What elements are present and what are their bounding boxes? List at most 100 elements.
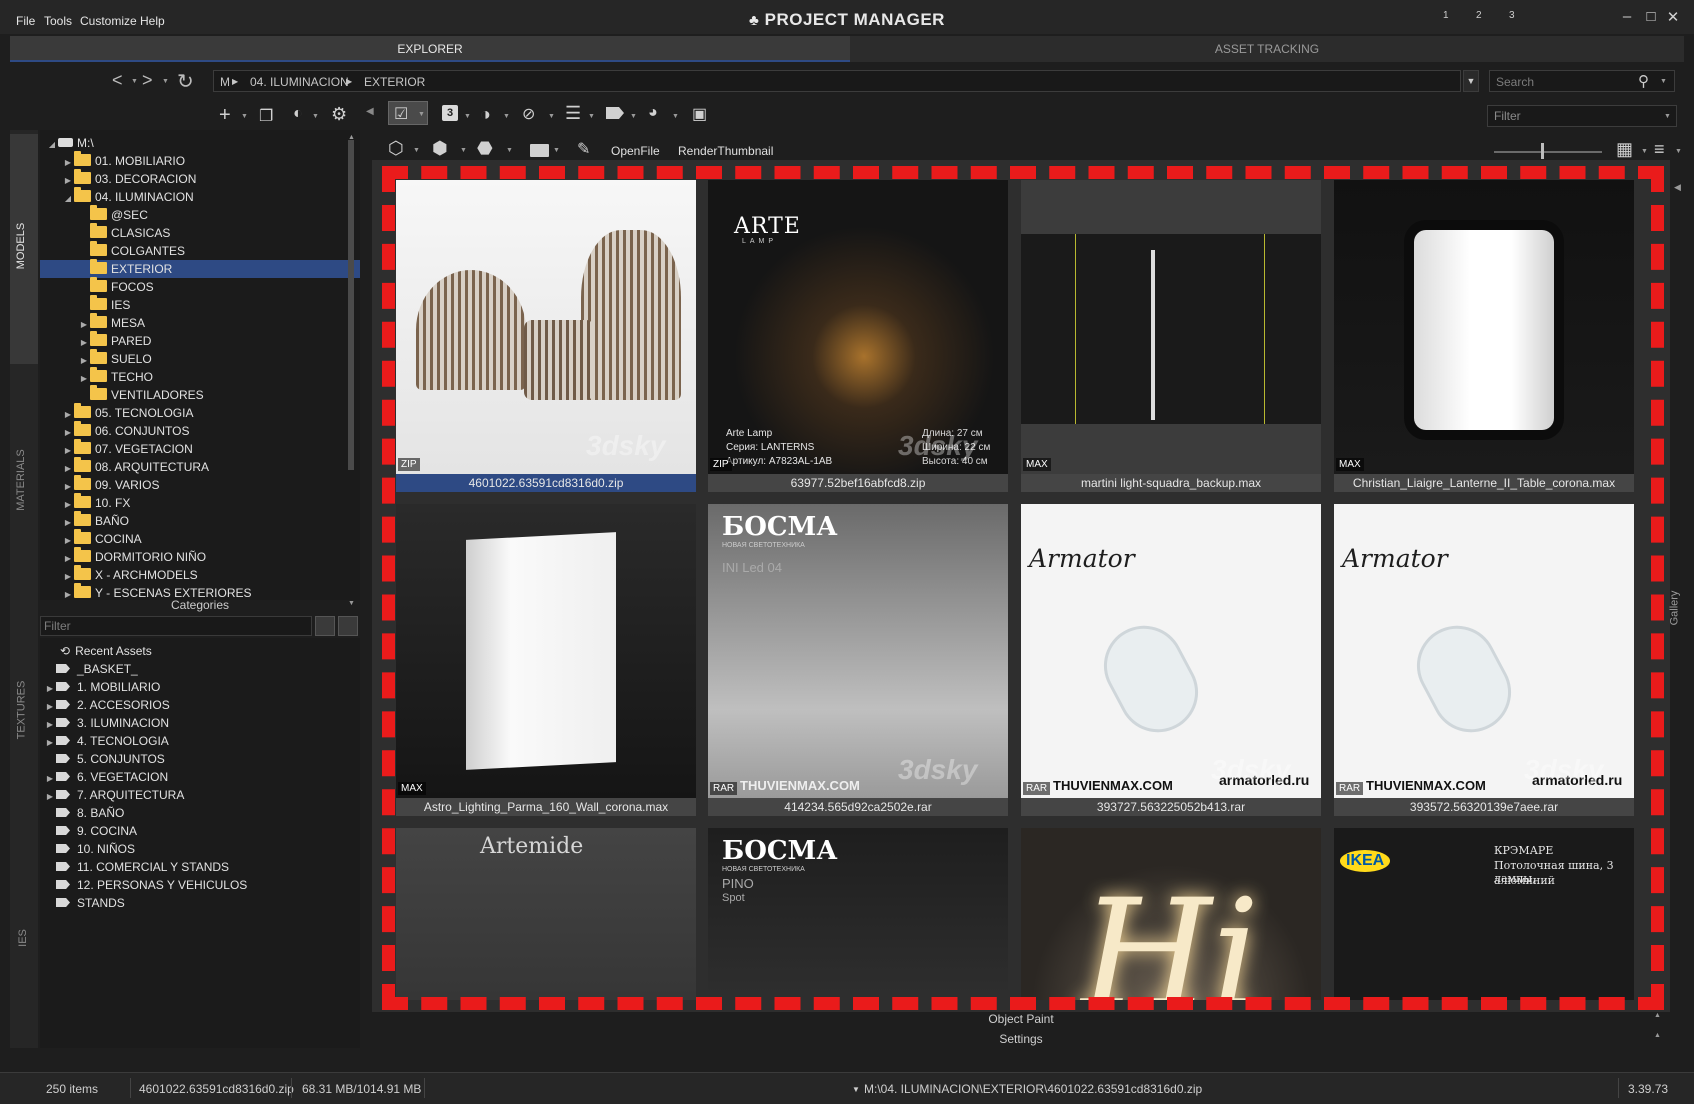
hide-eye-icon[interactable]: ⊘ bbox=[522, 104, 535, 124]
tree-item-3[interactable]: @SEC bbox=[40, 205, 360, 224]
category-item-10[interactable]: 10. NIÑOS bbox=[40, 840, 360, 858]
gallery-collapse-icon[interactable]: ◀ bbox=[1674, 182, 1681, 193]
breadcrumb-level2[interactable]: EXTERIOR bbox=[364, 75, 425, 89]
grid-caret-icon[interactable]: ▼ bbox=[1641, 148, 1648, 155]
tree-item-22[interactable]: ▶ DORMITORIO NIÑO bbox=[40, 547, 360, 566]
search-box[interactable]: ⚲ ▼ bbox=[1489, 70, 1675, 92]
settings-panel[interactable]: Settings bbox=[372, 1032, 1670, 1046]
add-icon[interactable]: + bbox=[219, 104, 231, 127]
render-thumbnail-button[interactable]: RenderThumbnail bbox=[678, 144, 773, 158]
side-tab-textures[interactable]: TEXTURES bbox=[10, 650, 38, 770]
back-icon[interactable]: < bbox=[112, 70, 123, 91]
minimize-icon[interactable]: – bbox=[1616, 8, 1638, 25]
tree-item-18[interactable]: ▶ 09. VARIOS bbox=[40, 475, 360, 494]
categories-filter-input[interactable]: Filter bbox=[40, 616, 312, 636]
folder-caret-icon[interactable]: ▼ bbox=[553, 147, 560, 154]
tree-item-19[interactable]: ▶ 10. FX bbox=[40, 493, 360, 512]
tree-item-4[interactable]: CLASICAS bbox=[40, 223, 360, 242]
breadcrumb-level1[interactable]: 04. ILUMINACION bbox=[250, 75, 349, 89]
open-file-button[interactable]: OpenFile bbox=[611, 144, 660, 158]
tree-item-8[interactable]: IES bbox=[40, 295, 360, 314]
category-item-12[interactable]: 12. PERSONAS Y VEHICULOS bbox=[40, 876, 360, 894]
tag-icon[interactable] bbox=[606, 107, 624, 119]
sort-caret-icon[interactable]: ▼ bbox=[1675, 148, 1682, 155]
thumbnail-size-slider[interactable] bbox=[1494, 151, 1602, 153]
sort-icon[interactable]: ≡ bbox=[1654, 139, 1665, 160]
tree-item-1[interactable]: ▶ 03. DECORACION bbox=[40, 169, 360, 188]
settings-expand-icon[interactable]: ▲ bbox=[1654, 1032, 1661, 1039]
category-item-0[interactable]: _BASKET_ bbox=[40, 660, 360, 678]
add-caret-icon[interactable]: ▼ bbox=[241, 113, 248, 120]
count-caret-icon[interactable]: ▼ bbox=[464, 113, 471, 120]
tab-explorer[interactable]: EXPLORER bbox=[10, 36, 850, 62]
merge-model-icon[interactable]: ⬢ bbox=[432, 138, 448, 159]
category-item-7[interactable]: ▶ 7. ARQUITECTURA bbox=[40, 786, 360, 804]
side-tab-ies[interactable]: IES bbox=[10, 910, 38, 960]
side-tab-materials[interactable]: MATERIALS bbox=[10, 420, 38, 540]
maximize-icon[interactable]: □ bbox=[1640, 8, 1662, 25]
tree-item-12[interactable]: ▶ TECHO bbox=[40, 367, 360, 386]
category-item-13[interactable]: STANDS bbox=[40, 894, 360, 912]
category-item-3[interactable]: ▶ 3. ILUMINACION bbox=[40, 714, 360, 732]
object-paint-expand-icon[interactable]: ▲ bbox=[1654, 1012, 1661, 1019]
list-caret-icon[interactable]: ▼ bbox=[588, 113, 595, 120]
tag-caret-icon[interactable]: ▼ bbox=[630, 113, 637, 120]
categories-copy-icon[interactable] bbox=[315, 616, 335, 636]
object-paint-panel[interactable]: Object Paint bbox=[372, 1012, 1670, 1026]
tree-item-15[interactable]: ▶ 06. CONJUNTOS bbox=[40, 421, 360, 440]
tree-item-13[interactable]: VENTILADORES bbox=[40, 385, 360, 404]
category-item-8[interactable]: 8. BAÑO bbox=[40, 804, 360, 822]
search-icon[interactable]: ⚲ bbox=[1638, 72, 1649, 90]
tab-asset-tracking[interactable]: ASSET TRACKING bbox=[850, 36, 1684, 62]
tree-scrollbar[interactable] bbox=[348, 140, 354, 470]
hide-caret-icon[interactable]: ▼ bbox=[548, 113, 555, 120]
workspace-3-button[interactable]: 3 bbox=[1509, 10, 1515, 21]
tree-expand-icon[interactable]: ◢ bbox=[62, 190, 74, 208]
tree-item-6[interactable]: EXTERIOR bbox=[40, 259, 360, 278]
list-view-icon[interactable]: ☰ bbox=[565, 103, 581, 124]
category-item-9[interactable]: 9. COCINA bbox=[40, 822, 360, 840]
collapse-left-icon[interactable]: ◀ bbox=[366, 106, 374, 117]
gear-icon[interactable]: ⚙ bbox=[331, 104, 347, 125]
render-caret-icon[interactable]: ▼ bbox=[312, 113, 319, 120]
status-path-caret-icon[interactable]: ▼ bbox=[852, 1085, 860, 1094]
tree-item-20[interactable]: ▶ BAÑO bbox=[40, 511, 360, 530]
render-sphere-icon[interactable]: ◐ bbox=[293, 105, 303, 123]
tree-item-7[interactable]: FOCOS bbox=[40, 277, 360, 296]
category-item-1[interactable]: ▶ 1. MOBILIARIO bbox=[40, 678, 360, 696]
edit-icon[interactable]: ✎ bbox=[577, 139, 590, 159]
folder-icon[interactable] bbox=[530, 144, 549, 157]
grid-view-icon[interactable]: ▦ bbox=[1616, 139, 1633, 160]
workspace-1-button[interactable]: 1 bbox=[1443, 10, 1449, 21]
search-input[interactable] bbox=[1496, 74, 1636, 90]
tree-scroll-up-icon[interactable]: ▲ bbox=[348, 134, 355, 141]
tree-root-row[interactable]: ◢ M:\ bbox=[40, 134, 360, 152]
tree-item-14[interactable]: ▶ 05. TECNOLOGIA bbox=[40, 403, 360, 422]
refresh-icon[interactable]: ↻ bbox=[177, 69, 194, 94]
pie-filter-icon[interactable]: ◕ bbox=[648, 104, 658, 122]
xref-model-icon[interactable]: ⬣ bbox=[477, 138, 493, 159]
breadcrumb-root[interactable]: M bbox=[220, 75, 230, 89]
forward-history-caret-icon[interactable]: ▼ bbox=[162, 78, 169, 85]
close-icon[interactable]: ✕ bbox=[1662, 8, 1684, 26]
workspace-2-button[interactable]: 2 bbox=[1476, 10, 1482, 21]
tree-item-5[interactable]: COLGANTES bbox=[40, 241, 360, 260]
contrast-icon[interactable]: ◑ bbox=[480, 104, 491, 125]
tree-item-21[interactable]: ▶ COCINA bbox=[40, 529, 360, 548]
new-window-icon[interactable]: ❐ bbox=[259, 106, 273, 126]
tree-item-0[interactable]: ▶ 01. MOBILIARIO bbox=[40, 151, 360, 170]
tree-item-23[interactable]: ▶ X - ARCHMODELS bbox=[40, 565, 360, 584]
tree-expand-icon[interactable]: ◢ bbox=[46, 136, 58, 154]
categories-paste-icon[interactable] bbox=[338, 616, 358, 636]
recent-assets-row[interactable]: ⟲ Recent Assets bbox=[40, 642, 360, 660]
category-item-2[interactable]: ▶ 2. ACCESORIOS bbox=[40, 696, 360, 714]
filter-dropdown[interactable]: Filter ▼ bbox=[1487, 105, 1677, 127]
forward-icon[interactable]: > bbox=[142, 70, 153, 91]
xref-caret-icon[interactable]: ▼ bbox=[506, 147, 513, 154]
gallery-side-tab[interactable]: Gallery bbox=[1668, 580, 1693, 640]
import-model-icon[interactable]: ⬡ bbox=[388, 138, 404, 159]
tree-item-11[interactable]: ▶ SUELO bbox=[40, 349, 360, 368]
category-item-11[interactable]: 11. COMERCIAL Y STANDS bbox=[40, 858, 360, 876]
count-badge[interactable]: 3 bbox=[442, 105, 458, 121]
contrast-caret-icon[interactable]: ▼ bbox=[503, 113, 510, 120]
